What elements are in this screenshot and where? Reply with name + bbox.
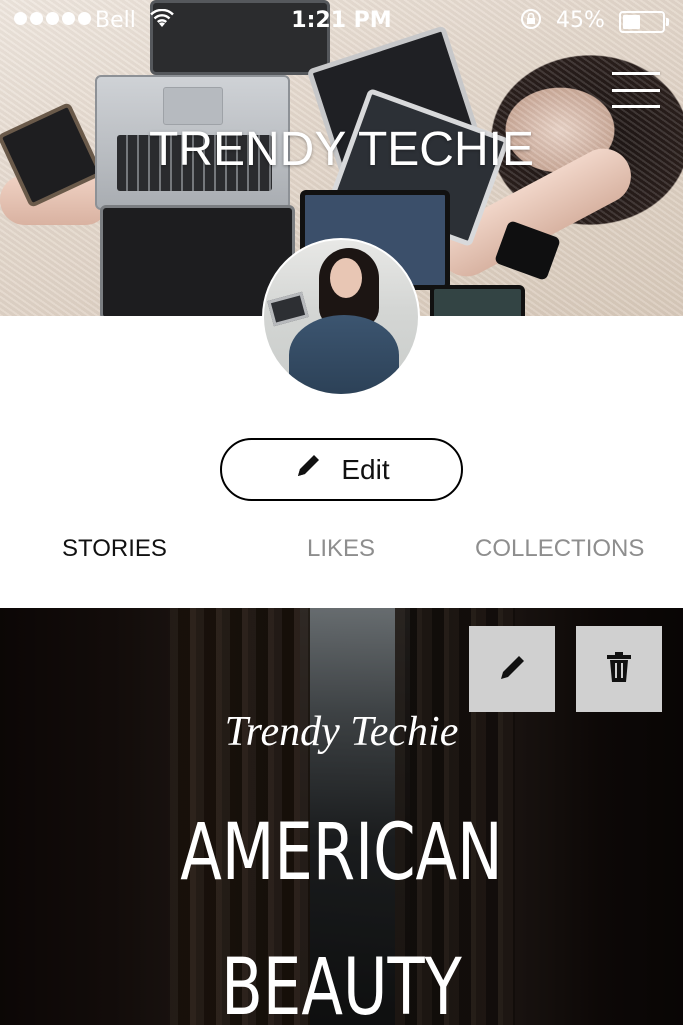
tab-collections[interactable]: COLLECTIONS xyxy=(475,535,644,563)
pencil-icon xyxy=(494,649,530,689)
profile-tabs: STORIES LIKES COLLECTIONS xyxy=(0,535,683,580)
story-card[interactable]: Trendy Techie AMERICAN BEAUTY xyxy=(0,608,683,1025)
story-author: Trendy Techie xyxy=(224,709,459,755)
laptop-trackpad xyxy=(163,87,223,125)
tablet-image xyxy=(430,285,525,316)
story-title: AMERICAN BEAUTY xyxy=(180,808,503,1025)
battery-percentage: 45% xyxy=(556,8,605,33)
rotation-lock-icon xyxy=(520,8,542,35)
trash-icon xyxy=(601,649,637,689)
edit-button-label: Edit xyxy=(341,453,390,485)
edit-profile-button[interactable]: Edit xyxy=(220,438,463,501)
edit-story-button[interactable] xyxy=(469,626,555,712)
pencil-icon xyxy=(293,451,323,488)
delete-story-button[interactable] xyxy=(576,626,662,712)
avatar-tablet xyxy=(267,291,309,327)
status-bar: Bell 1:21 PM 45% xyxy=(0,0,683,42)
battery-icon xyxy=(619,11,669,33)
tab-likes[interactable]: LIKES xyxy=(307,535,375,563)
battery-level xyxy=(623,15,640,29)
avatar-face xyxy=(330,258,362,298)
tab-stories[interactable]: STORIES xyxy=(62,535,167,563)
profile-name: TRENDY TECHIE xyxy=(149,123,534,176)
hamburger-menu-icon[interactable] xyxy=(612,72,660,108)
avatar-dress xyxy=(289,315,399,394)
avatar[interactable] xyxy=(262,238,420,396)
